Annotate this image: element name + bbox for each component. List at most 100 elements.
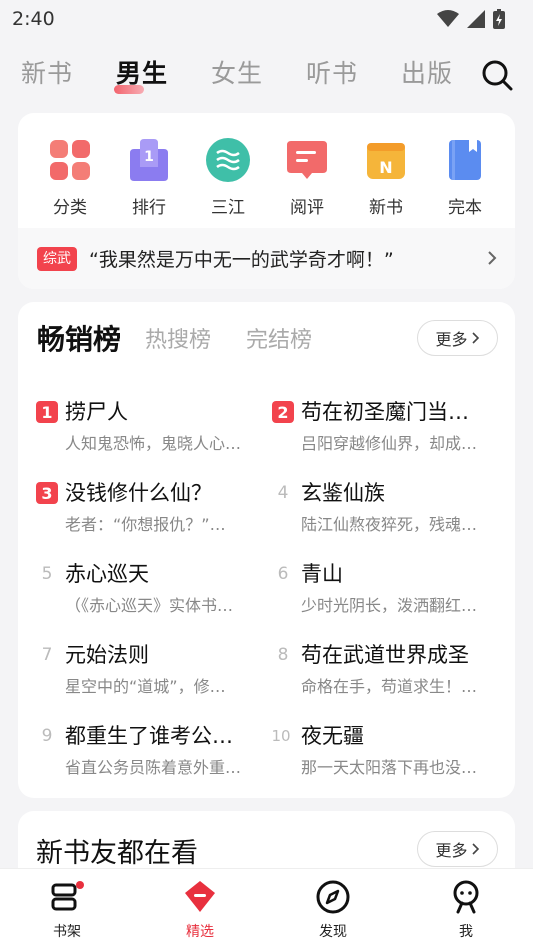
book-desc: 吕阳穿越修仙界，却成… bbox=[301, 434, 478, 453]
more-button[interactable]: 更多 bbox=[417, 320, 498, 356]
rank-badge: 3 bbox=[36, 482, 58, 504]
nav-label: 我 bbox=[459, 924, 473, 940]
section-title: 新书友都在看 bbox=[36, 838, 198, 869]
tab-label: 新书 bbox=[21, 59, 74, 88]
status-icons bbox=[437, 9, 505, 29]
rank-item[interactable]: 3 没钱修什么仙？ 老者：“你想报仇？”… bbox=[36, 477, 271, 537]
book-title: 青山 bbox=[301, 562, 343, 586]
tab-label: 听书 bbox=[306, 59, 359, 88]
top-tabs: 新书 男生 女生 听书 出版 bbox=[0, 50, 533, 94]
book-desc: （《赤心巡天》实体书… bbox=[65, 596, 234, 615]
search-icon[interactable] bbox=[480, 58, 514, 92]
signal-icon bbox=[467, 10, 485, 28]
tab-new-books[interactable]: 新书 bbox=[21, 54, 73, 90]
grid-icon bbox=[50, 140, 90, 180]
rank-number: 4 bbox=[277, 483, 289, 503]
wifi-icon bbox=[437, 10, 459, 27]
nav-featured[interactable]: 精选 bbox=[165, 879, 235, 941]
tab-female[interactable]: 女生 bbox=[211, 54, 263, 90]
bottom-nav: 书架 精选 发现 我 bbox=[0, 868, 533, 947]
tab-label: 男生 bbox=[116, 59, 169, 88]
bookshelf-icon bbox=[51, 881, 84, 911]
nav-label: 发现 bbox=[319, 924, 347, 940]
tab-label: 出版 bbox=[401, 59, 454, 88]
book-desc: 星空中的“道城”，修… bbox=[65, 677, 226, 696]
more-button[interactable]: 更多 bbox=[417, 831, 498, 867]
quote-text: “我果然是万中无一的武学奇才啊！” bbox=[89, 249, 394, 271]
book-title: 苟在初圣魔门当… bbox=[301, 400, 469, 424]
book-desc: 省直公务员陈着意外重… bbox=[65, 758, 242, 777]
category-row: 分类 1 排行 三江 阅评 N 新书 完本 bbox=[18, 113, 515, 228]
rank-item[interactable]: 8 苟在武道世界成圣 命格在手，苟道求生！… bbox=[272, 639, 507, 699]
status-bar: 2:40 bbox=[0, 0, 533, 38]
category-label: 分类 bbox=[53, 198, 87, 218]
tab-bestseller[interactable]: 畅销榜 bbox=[37, 318, 122, 360]
nav-label: 精选 bbox=[186, 924, 214, 940]
rank-number: 10 bbox=[271, 727, 291, 745]
rank-item[interactable]: 5 赤心巡天 （《赤心巡天》实体书… bbox=[36, 558, 271, 618]
chevron-right-icon bbox=[471, 332, 479, 344]
book-title: 玄鉴仙族 bbox=[301, 481, 385, 505]
book-title: 捞尸人 bbox=[65, 400, 128, 424]
chevron-right-icon bbox=[488, 251, 497, 265]
rank-item[interactable]: 4 玄鉴仙族 陆江仙熬夜猝死，残魂… bbox=[272, 477, 507, 537]
compass-icon bbox=[316, 880, 350, 914]
genre-badge: 综武 bbox=[37, 246, 77, 271]
book-title: 苟在武道世界成圣 bbox=[301, 643, 469, 667]
tab-hot-search[interactable]: 热搜榜 bbox=[145, 322, 211, 354]
svg-text:N: N bbox=[379, 158, 392, 177]
book-desc: 老者：“你想报仇？”… bbox=[65, 515, 226, 534]
quote-banner[interactable]: 综武 “我果然是万中无一的武学奇才啊！” bbox=[18, 228, 515, 289]
rank-item[interactable]: 9 都重生了谁考公… 省直公务员陈着意外重… bbox=[36, 720, 271, 780]
category-classify[interactable]: 分类 bbox=[35, 137, 105, 218]
nav-discover[interactable]: 发现 bbox=[298, 879, 368, 941]
category-rank[interactable]: 1 排行 bbox=[114, 137, 184, 218]
category-sanjiang[interactable]: 三江 bbox=[193, 137, 263, 218]
book-desc: 那一天太阳落下再也没… bbox=[301, 758, 478, 777]
tab-label: 女生 bbox=[211, 59, 264, 88]
book-title: 夜无疆 bbox=[301, 724, 364, 748]
category-label: 完本 bbox=[448, 198, 482, 218]
category-review[interactable]: 阅评 bbox=[272, 137, 342, 218]
category-label: 三江 bbox=[211, 198, 245, 218]
river-icon bbox=[206, 138, 250, 182]
rank-item[interactable]: 7 元始法则 星空中的“道城”，修… bbox=[36, 639, 271, 699]
tab-label: 畅销榜 bbox=[37, 323, 122, 356]
more-label: 更多 bbox=[435, 841, 468, 860]
rank-badge: 1 bbox=[36, 401, 58, 423]
new-book-icon: N bbox=[367, 143, 405, 179]
more-label: 更多 bbox=[435, 330, 468, 349]
rank-item[interactable]: 10 夜无疆 那一天太阳落下再也没… bbox=[271, 720, 507, 780]
featured-icon bbox=[185, 881, 215, 912]
tab-male[interactable]: 男生 bbox=[114, 54, 169, 94]
rank-number: 6 bbox=[277, 564, 289, 584]
ranking-card: 畅销榜 热搜榜 完结榜 更多 1 捞尸人 人知鬼恐怖，鬼晓人心… 2 苟在初圣魔… bbox=[18, 302, 515, 798]
book-title: 都重生了谁考公… bbox=[65, 724, 233, 748]
category-card: 分类 1 排行 三江 阅评 N 新书 完本 综武 “我果然是万中无一的武学奇才啊… bbox=[18, 113, 515, 289]
book-desc: 人知鬼恐怖，鬼晓人心… bbox=[65, 434, 242, 453]
nav-profile[interactable]: 我 bbox=[431, 879, 501, 941]
nav-bookshelf[interactable]: 书架 bbox=[32, 879, 102, 941]
category-new-books[interactable]: N 新书 bbox=[351, 137, 421, 218]
tab-audiobooks[interactable]: 听书 bbox=[306, 54, 358, 90]
tab-published[interactable]: 出版 bbox=[401, 54, 453, 90]
book-desc: 命格在手，苟道求生！… bbox=[301, 677, 478, 696]
tab-label: 热搜榜 bbox=[145, 328, 212, 353]
category-label: 阅评 bbox=[290, 198, 324, 218]
book-title: 赤心巡天 bbox=[65, 562, 149, 586]
rank-badge: 2 bbox=[272, 401, 294, 423]
chevron-right-icon bbox=[471, 843, 479, 855]
rank-item[interactable]: 2 苟在初圣魔门当… 吕阳穿越修仙界，却成… bbox=[272, 396, 507, 456]
battery-icon bbox=[493, 9, 505, 29]
book-desc: 陆江仙熬夜猝死，残魂… bbox=[301, 515, 478, 534]
profile-icon bbox=[453, 880, 479, 914]
finished-book-icon bbox=[449, 140, 481, 180]
category-finished[interactable]: 完本 bbox=[430, 137, 500, 218]
tab-completed[interactable]: 完结榜 bbox=[246, 322, 312, 354]
rank-item[interactable]: 6 青山 少时光阴长，泼洒翻红… bbox=[272, 558, 507, 618]
tab-label: 完结榜 bbox=[246, 328, 313, 353]
rank-number: 5 bbox=[41, 564, 53, 584]
svg-text:1: 1 bbox=[144, 149, 154, 165]
comment-icon bbox=[287, 141, 327, 179]
rank-item[interactable]: 1 捞尸人 人知鬼恐怖，鬼晓人心… bbox=[36, 396, 271, 456]
